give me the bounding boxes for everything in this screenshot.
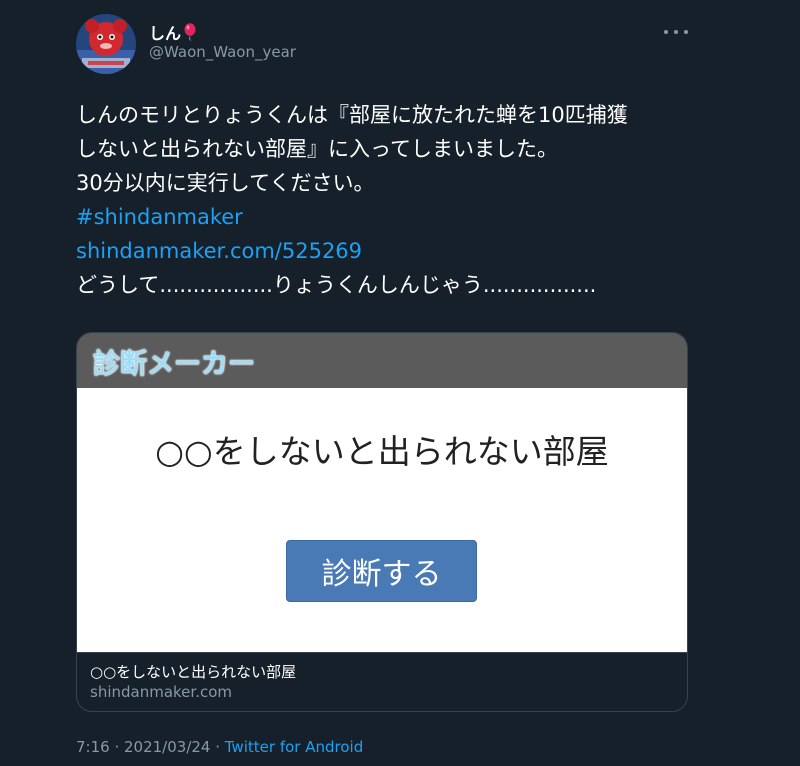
tweet-line-1: しんのモリとりょうくんは『部屋に放たれた蝉を10匹捕獲 <box>76 103 628 127</box>
diagnose-button-image: 診断する <box>286 540 477 602</box>
user-display-name[interactable]: しん <box>149 20 197 44</box>
hashtag-line: #shindanmaker <box>76 200 701 234</box>
display-name-text: しん <box>149 24 182 43</box>
tweet-url-link[interactable]: shindanmaker.com/525269 <box>76 239 362 263</box>
tweet-date[interactable]: 2021/03/24 <box>124 738 210 756</box>
tweet-time[interactable]: 7:16 <box>76 738 110 756</box>
user-avatar[interactable] <box>76 14 136 74</box>
card-meta: ○○をしないと出られない部屋 shindanmaker.com <box>77 652 687 711</box>
shindanmaker-logo: 診断メーカー <box>93 349 255 380</box>
meta-separator: · <box>210 738 225 756</box>
tweet-timestamp-row: 7:16 · 2021/03/24 · Twitter for Android <box>76 738 363 756</box>
tweet-line-last: どうして.................りょうくんしんじゃう.........… <box>76 273 597 297</box>
card-image-header: 診断メーカー <box>77 333 687 388</box>
more-dot <box>664 30 668 34</box>
hashtag-link[interactable]: #shindanmaker <box>76 205 243 229</box>
tweet-line-3: 30分以内に実行してください。 <box>76 171 375 195</box>
more-dot <box>674 30 678 34</box>
more-options-icon[interactable] <box>664 22 688 42</box>
red-balloon-icon <box>184 23 196 41</box>
tweet-text: しんのモリとりょうくんは『部屋に放たれた蝉を10匹捕獲 しないと出られない部屋』… <box>76 98 701 302</box>
tweet-source-link[interactable]: Twitter for Android <box>225 738 363 756</box>
meta-separator: · <box>109 738 124 756</box>
tweet: しん @Waon_Waon_year しんのモリとりょうくんは『部屋に放たれた蝉… <box>60 0 705 766</box>
more-dot <box>684 30 688 34</box>
link-preview-card[interactable]: 診断メーカー ○○をしないと出られない部屋 診断する ○○をしないと出られない部… <box>76 332 688 712</box>
card-domain: shindanmaker.com <box>90 683 232 701</box>
timeline-background: しん @Waon_Waon_year しんのモリとりょうくんは『部屋に放たれた蝉… <box>0 0 800 766</box>
card-title: ○○をしないと出られない部屋 <box>90 663 297 681</box>
card-image: ○○をしないと出られない部屋 診断する <box>77 388 687 652</box>
user-handle[interactable]: @Waon_Waon_year <box>149 43 296 61</box>
tweet-line-2: しないと出られない部屋』に入ってしまいました。 <box>76 137 558 161</box>
card-image-title: ○○をしないと出られない部屋 <box>155 432 609 471</box>
avatar-image <box>76 14 136 74</box>
url-line: shindanmaker.com/525269 <box>76 234 701 268</box>
